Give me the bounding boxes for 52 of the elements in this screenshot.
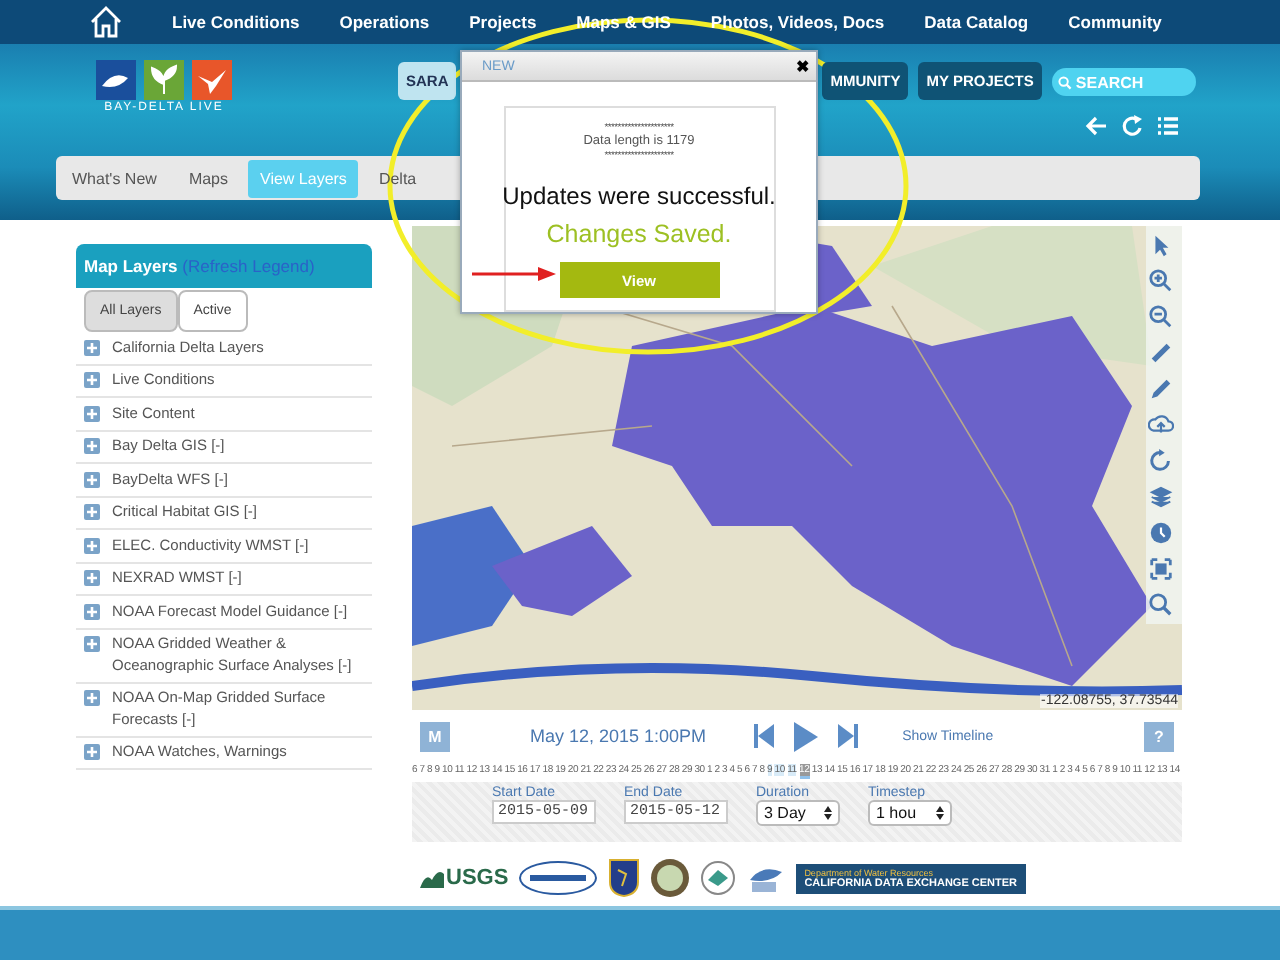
expand-icon[interactable] bbox=[84, 471, 100, 487]
dropdown[interactable]: 1 hou bbox=[868, 800, 952, 826]
oval-seal-icon bbox=[518, 860, 599, 896]
expand-icon[interactable] bbox=[84, 339, 100, 355]
play-icon[interactable] bbox=[794, 721, 819, 751]
current-datetime: May 12, 2015 1:00PM bbox=[530, 726, 707, 746]
nav-tab[interactable]: What's New bbox=[60, 159, 169, 197]
round-seal-icon bbox=[650, 858, 691, 898]
skip-back-icon[interactable] bbox=[754, 724, 775, 748]
search-icon[interactable] bbox=[1148, 592, 1174, 618]
status-message: Changes Saved. bbox=[546, 220, 732, 248]
refresh-icon[interactable] bbox=[1120, 114, 1144, 138]
nav-link[interactable]: Operations bbox=[339, 12, 430, 32]
pencil-icon[interactable] bbox=[1148, 376, 1174, 402]
zoom-out-icon[interactable] bbox=[1148, 304, 1174, 330]
dropdown[interactable]: 3 Day bbox=[756, 800, 840, 826]
zoom-in-icon[interactable] bbox=[1148, 268, 1174, 294]
expand-icon[interactable] bbox=[84, 405, 100, 421]
pointer-arrow bbox=[472, 266, 556, 282]
expand-icon[interactable] bbox=[84, 570, 100, 586]
refresh-icon[interactable] bbox=[1148, 448, 1174, 474]
expand-icon[interactable] bbox=[84, 636, 100, 652]
nav-link[interactable]: Photos, Videos, Docs bbox=[710, 12, 885, 32]
home-icon[interactable] bbox=[88, 4, 124, 40]
success-message: Updates were successful. bbox=[502, 182, 776, 210]
nav-link[interactable]: Data Catalog bbox=[924, 12, 1029, 32]
expand-icon[interactable] bbox=[84, 504, 100, 520]
back-arrow-icon[interactable] bbox=[1084, 114, 1108, 138]
search-icon bbox=[1057, 75, 1072, 89]
clock-icon[interactable] bbox=[1148, 520, 1174, 546]
updown-caret-icon bbox=[824, 806, 832, 820]
close-button[interactable]: ✖ bbox=[796, 57, 810, 75]
expand-icon[interactable] bbox=[84, 603, 100, 619]
fullscreen-icon[interactable] bbox=[1148, 556, 1174, 582]
expand-icon[interactable] bbox=[84, 690, 100, 706]
expand-icon[interactable] bbox=[84, 372, 100, 388]
expand-icon[interactable] bbox=[84, 438, 100, 454]
nav-link[interactable]: Projects bbox=[469, 12, 537, 32]
logo-icon[interactable] bbox=[94, 60, 234, 100]
skip-forward-icon[interactable] bbox=[838, 724, 859, 748]
nav-tab[interactable]: Maps bbox=[176, 159, 240, 197]
list-icon[interactable] bbox=[1156, 114, 1180, 138]
nav-link[interactable]: Community bbox=[1068, 12, 1162, 32]
shield-icon bbox=[608, 858, 641, 898]
panel-header: Map Layers (Refresh Legend) bbox=[76, 244, 372, 288]
cloud-upload-icon[interactable] bbox=[1148, 412, 1174, 438]
nav-link[interactable]: Live Conditions bbox=[172, 12, 300, 32]
expand-icon[interactable] bbox=[84, 537, 100, 553]
expand-icon[interactable] bbox=[84, 744, 100, 760]
updown-caret-icon bbox=[936, 806, 944, 820]
usgs-logo: USGS bbox=[420, 866, 509, 890]
layers-icon[interactable] bbox=[1148, 484, 1174, 510]
